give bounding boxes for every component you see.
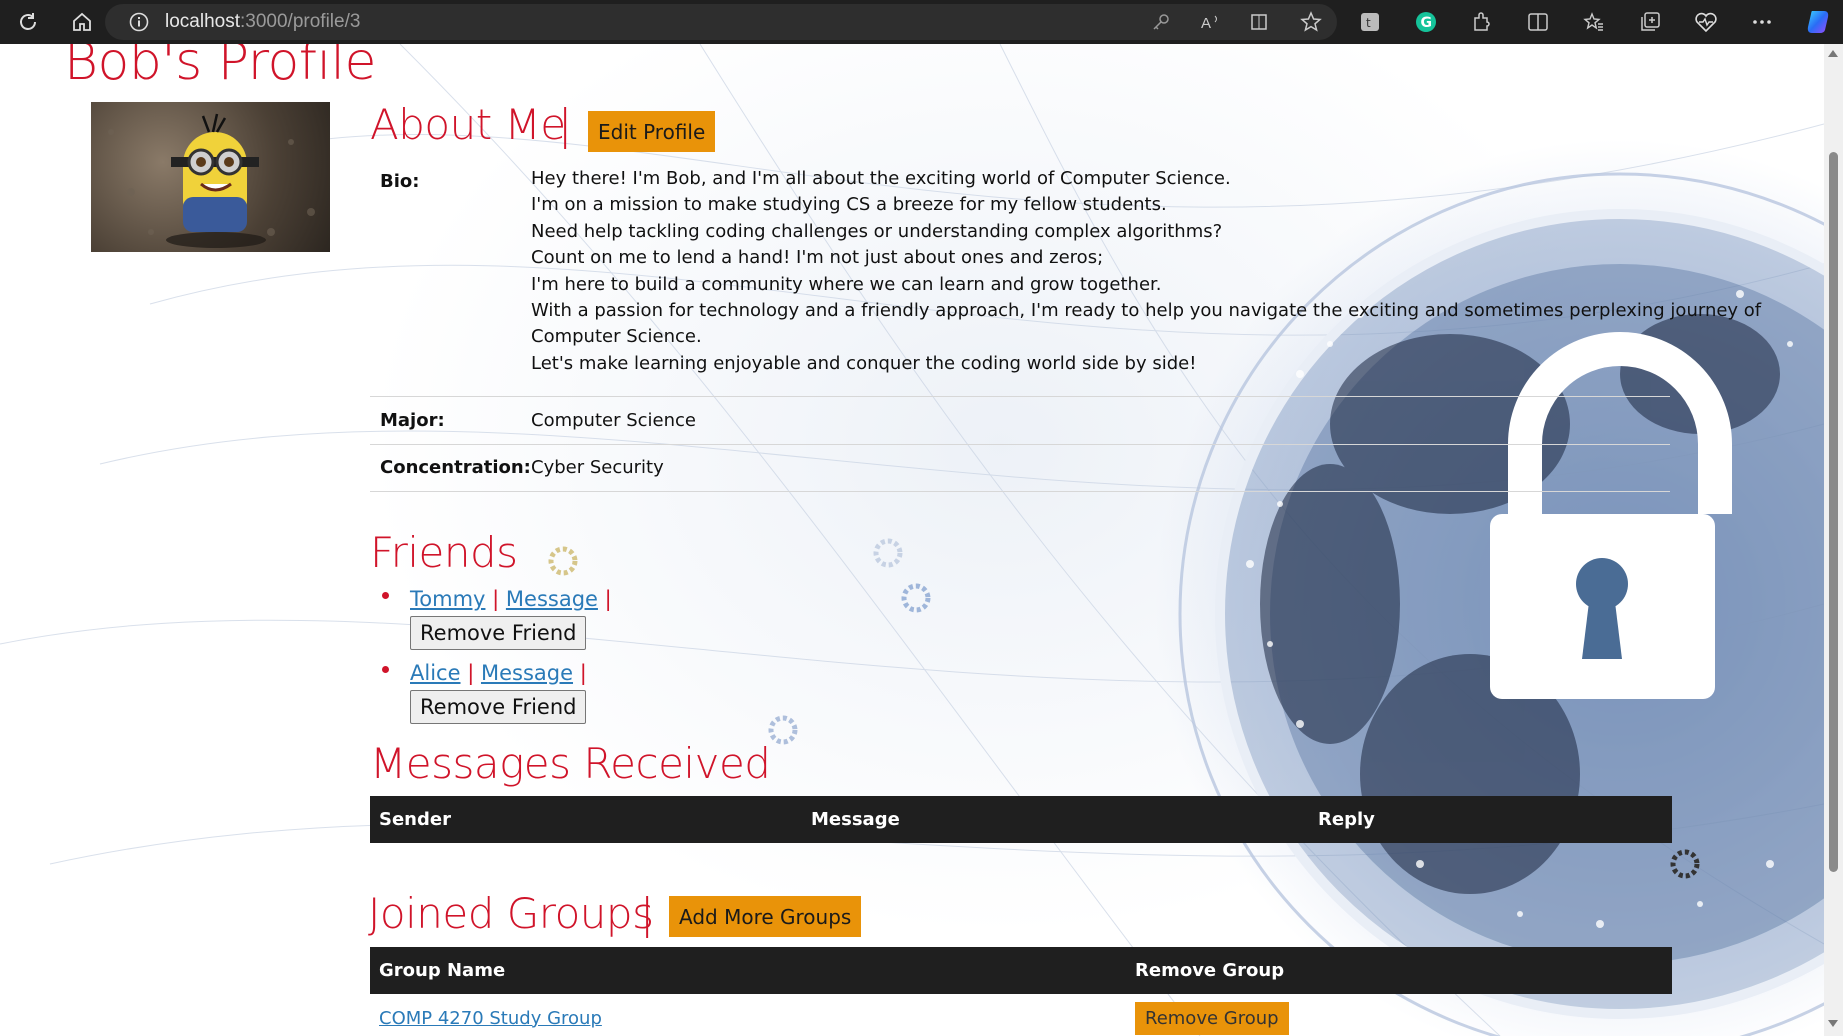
add-more-groups-button[interactable]: Add More Groups xyxy=(669,896,862,937)
column-header-sender: Sender xyxy=(370,796,802,843)
address-bar[interactable]: localhost:3000/profile/3 A xyxy=(105,4,1337,40)
browser-toolbar: localhost:3000/profile/3 A t G xyxy=(0,0,1843,44)
scroll-down-arrow-icon[interactable] xyxy=(1828,1020,1838,1027)
profile-avatar xyxy=(91,102,330,252)
divider: | xyxy=(579,661,587,685)
friends-heading: Friends xyxy=(370,528,518,577)
major-row: Major: Computer Science xyxy=(370,397,1670,445)
page-title: Bob's Profile xyxy=(64,44,376,92)
more-options-icon[interactable] xyxy=(1748,8,1776,36)
concentration-label: Concentration: xyxy=(380,457,531,478)
column-header-remove-group: Remove Group xyxy=(1126,947,1672,994)
friend-links: Alice | Message | xyxy=(410,658,612,688)
remove-friend-button[interactable]: Remove Friend xyxy=(410,616,587,650)
groups-header-row: Group Name Remove Group xyxy=(370,947,1672,994)
url-text[interactable]: localhost:3000/profile/3 xyxy=(165,11,360,33)
messages-heading: Messages Received xyxy=(370,739,771,788)
svg-text:t: t xyxy=(1366,16,1371,30)
page-scrollbar[interactable] xyxy=(1824,44,1843,1036)
list-bullet xyxy=(382,666,389,673)
divider: | xyxy=(467,661,475,685)
home-icon[interactable] xyxy=(62,2,102,42)
bio-label: Bio: xyxy=(380,171,420,192)
concentration-value: Cyber Security xyxy=(531,457,664,478)
bio-text: Hey there! I'm Bob, and I'm all about th… xyxy=(531,168,1762,374)
remove-group-button[interactable]: Remove Group xyxy=(1135,1001,1289,1035)
favorite-star-icon[interactable] xyxy=(1299,10,1323,34)
refresh-icon[interactable] xyxy=(8,2,48,42)
extensions-puzzle-icon[interactable] xyxy=(1468,8,1496,36)
divider: | xyxy=(604,587,612,611)
about-separator: | xyxy=(558,100,573,149)
friend-message-link[interactable]: Message xyxy=(506,587,598,611)
friend-item: Tommy | Message | Remove Friend xyxy=(382,584,612,650)
minion-figure-image xyxy=(108,113,315,248)
friend-links: Tommy | Message | xyxy=(410,584,612,614)
remove-group-cell: Remove Group xyxy=(1126,994,1672,1036)
bio-row: Bio: Hey there! I'm Bob, and I'm all abo… xyxy=(370,162,1761,397)
scrollbar-thumb[interactable] xyxy=(1829,152,1838,872)
read-aloud-icon[interactable]: A xyxy=(1199,10,1223,34)
collections-icon[interactable] xyxy=(1636,8,1664,36)
groups-table: Group Name Remove Group COMP 4270 Study … xyxy=(370,947,1672,1036)
column-header-message: Message xyxy=(802,796,1309,843)
friend-name-link[interactable]: Alice xyxy=(410,661,461,685)
site-info-icon[interactable] xyxy=(127,10,151,34)
messages-header-row: Sender Message Reply xyxy=(370,796,1672,843)
major-value: Computer Science xyxy=(531,410,696,431)
messages-table: Sender Message Reply xyxy=(370,796,1672,843)
copilot-icon[interactable] xyxy=(1804,8,1832,36)
key-icon[interactable] xyxy=(1149,10,1173,34)
friends-list: Tommy | Message | Remove Friend Alice | … xyxy=(382,584,612,732)
browser-essentials-icon[interactable] xyxy=(1692,8,1720,36)
about-me-heading: About Me xyxy=(370,100,566,149)
groups-separator: | xyxy=(640,889,655,938)
concentration-row: Concentration: Cyber Security xyxy=(370,445,1670,492)
scroll-up-arrow-icon[interactable] xyxy=(1828,50,1838,57)
reader-view-icon[interactable] xyxy=(1249,10,1273,34)
favorites-icon[interactable] xyxy=(1580,8,1608,36)
grammarly-icon[interactable]: G xyxy=(1412,8,1440,36)
about-table: Bio: Hey there! I'm Bob, and I'm all abo… xyxy=(370,162,1761,492)
joined-groups-heading: Joined Groups xyxy=(368,889,654,938)
friend-item: Alice | Message | Remove Friend xyxy=(382,658,612,724)
divider: | xyxy=(492,587,500,611)
group-name-cell: COMP 4270 Study Group xyxy=(370,994,1126,1036)
remove-friend-button[interactable]: Remove Friend xyxy=(410,690,587,724)
table-row: COMP 4270 Study Group Remove Group xyxy=(370,994,1672,1036)
friend-name-link[interactable]: Tommy xyxy=(410,587,485,611)
major-label: Major: xyxy=(380,410,445,431)
extension-notes-icon[interactable]: t xyxy=(1356,8,1384,36)
profile-page: Bob's Profile About Me | Edit Profile Bi… xyxy=(0,44,1824,1036)
split-screen-icon[interactable] xyxy=(1524,8,1552,36)
column-header-reply: Reply xyxy=(1309,796,1672,843)
column-header-group-name: Group Name xyxy=(370,947,1126,994)
svg-text:A: A xyxy=(1201,15,1211,32)
friend-message-link[interactable]: Message xyxy=(481,661,573,685)
list-bullet xyxy=(382,592,389,599)
group-name-link[interactable]: COMP 4270 Study Group xyxy=(379,1008,602,1029)
svg-text:G: G xyxy=(1421,15,1433,31)
edit-profile-button[interactable]: Edit Profile xyxy=(588,111,716,152)
